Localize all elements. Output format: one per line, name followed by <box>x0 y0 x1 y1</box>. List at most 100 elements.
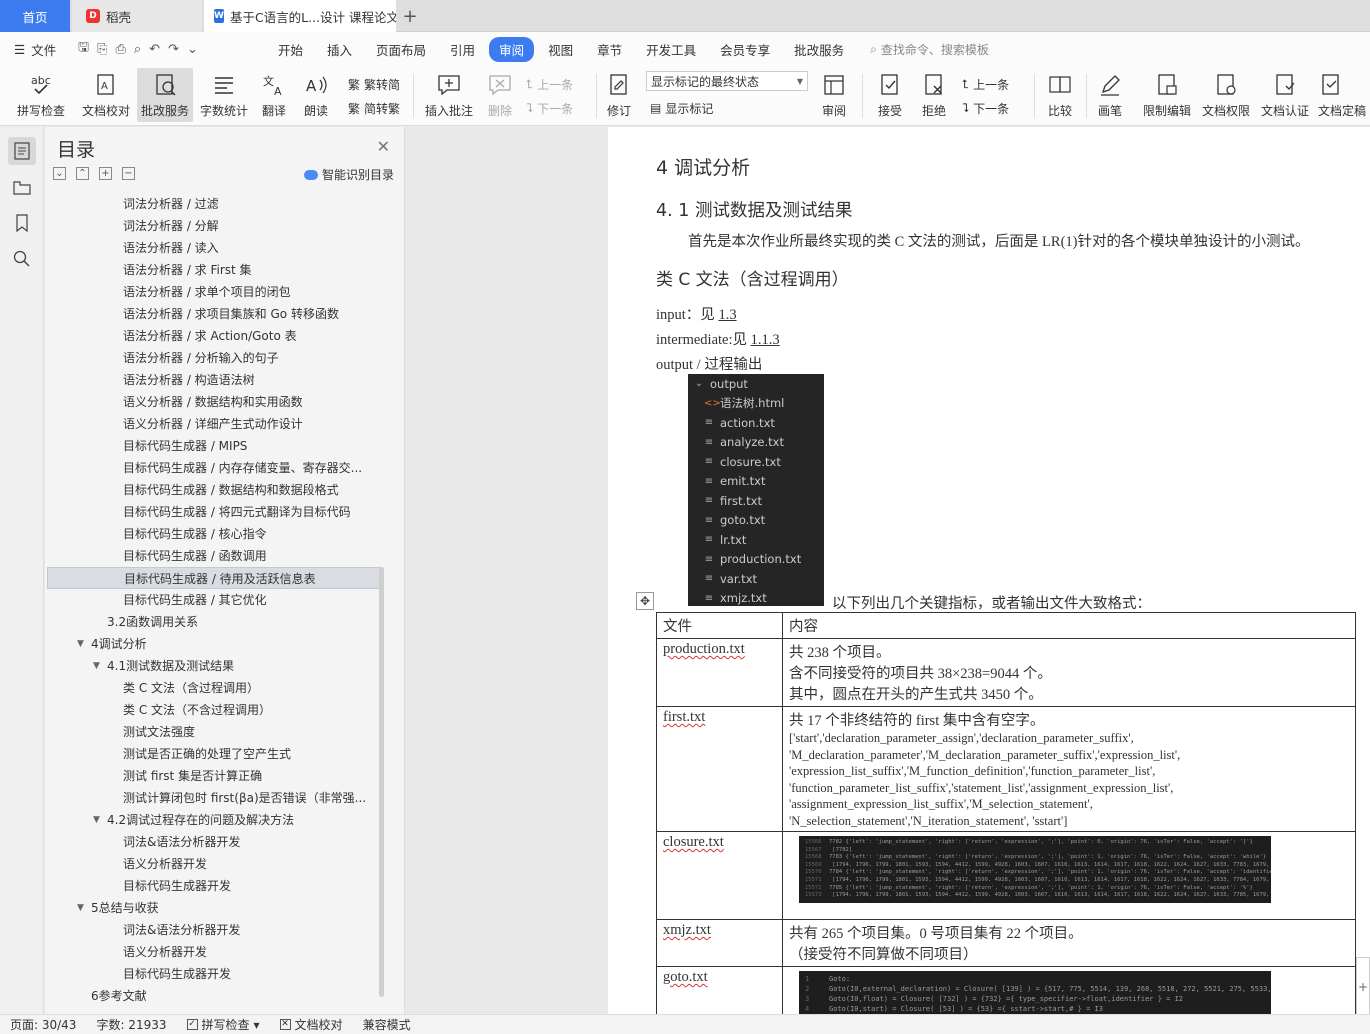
redo-icon[interactable]: ↷ <box>168 42 179 57</box>
doc-certify-button[interactable]: 文档认证 <box>1258 68 1312 122</box>
compare-button[interactable]: 比较 <box>1040 68 1080 122</box>
toc-item[interactable]: ▼ 5总结与收获 <box>47 897 383 919</box>
toc-item[interactable]: ▼ 4调试分析 <box>47 633 383 655</box>
chevron-down-icon[interactable]: ▼ <box>93 655 100 677</box>
toc-item[interactable]: 目标代码生成器 / 内存存储变量、寄存器交... <box>47 457 383 479</box>
table-move-handle-icon[interactable]: ✥ <box>636 592 654 610</box>
doc-finalize-button[interactable]: 文档定稿 <box>1318 68 1370 122</box>
toc-item[interactable]: 目标代码生成器 / 待用及活跃信息表 <box>47 567 383 589</box>
toc-item[interactable]: 目标代码生成器开发 <box>47 963 383 985</box>
toc-item[interactable]: ▼ 4.1测试数据及测试结果 <box>47 655 383 677</box>
markup-state-select[interactable]: 显示标记的最终状态 ▼ <box>646 71 808 91</box>
new-tab-button[interactable]: + <box>400 0 420 32</box>
translate-button[interactable]: 文A 翻译 <box>254 68 294 122</box>
toc-item[interactable]: 类 C 文法（不含过程调用） <box>47 699 383 721</box>
tab-home[interactable]: 首页 <box>0 0 70 32</box>
page-indicator[interactable]: 页面: 30/43 <box>0 1016 86 1033</box>
customize-icon[interactable]: ⌄ <box>187 42 198 57</box>
spell-check-toggle[interactable]: ✓ 拼写检查 ▾ <box>177 1016 270 1033</box>
input-ref-link[interactable]: 1.3 <box>718 307 736 323</box>
word-count-indicator[interactable]: 字数: 21933 <box>86 1016 176 1033</box>
toc-item[interactable]: 目标代码生成器 / 核心指令 <box>47 523 383 545</box>
spell-check-button[interactable]: abc 拼写检查 <box>10 68 72 122</box>
chevron-down-icon[interactable]: ▼ <box>93 809 100 831</box>
menu-tab[interactable]: 章节 <box>587 37 632 62</box>
save-icon[interactable]: 🖫 <box>78 38 89 60</box>
chevron-down-icon[interactable]: ▼ <box>77 633 84 655</box>
toc-item[interactable]: 语义分析器开发 <box>47 941 383 963</box>
toc-item[interactable]: 语法分析器 / 求项目集族和 Go 转移函数 <box>47 303 383 325</box>
read-aloud-button[interactable]: A 朗读 <box>298 68 334 122</box>
correct-service-button[interactable]: 批改服务 <box>137 68 193 122</box>
tab-document[interactable]: W 基于C语言的L...设计 课程论文 <box>204 0 396 32</box>
remove-heading-icon[interactable]: − <box>122 167 135 180</box>
menu-tab[interactable]: 审阅 <box>489 36 535 62</box>
toc-item[interactable]: 词法&语法分析器开发 <box>47 831 383 853</box>
menu-tab[interactable]: 页面布局 <box>366 37 436 62</box>
undo-icon[interactable]: ↶ <box>149 42 160 57</box>
export-icon[interactable]: ⎘ <box>97 42 107 57</box>
side-expand-icon[interactable]: + <box>1356 957 1370 1014</box>
intermediate-ref-link[interactable]: 1.1.3 <box>751 332 780 348</box>
doc-rights-button[interactable]: 文档权限 <box>1199 68 1253 122</box>
collapse-down-icon[interactable]: ⌄ <box>53 167 66 180</box>
show-markup-button[interactable]: ▤ 显示标记 <box>650 98 713 118</box>
toc-item[interactable]: 目标代码生成器开发 <box>47 875 383 897</box>
print-icon[interactable]: ⎙ <box>115 42 125 57</box>
command-search[interactable]: ⌕ 查找命令、搜索模板 <box>870 41 989 58</box>
expand-up-icon[interactable]: ⌃ <box>76 167 89 180</box>
toc-item[interactable]: 测试 first 集是否计算正确 <box>47 765 383 787</box>
toc-item[interactable]: 测试计算闭包时 first(βa)是否错误（非常强... <box>47 787 383 809</box>
tab-daoke[interactable]: D 稻壳 <box>72 0 202 32</box>
menu-tab[interactable]: 开发工具 <box>636 37 706 62</box>
next-comment-button[interactable]: ⮧ 下一条 <box>526 98 573 118</box>
toc-item[interactable]: 语义分析器 / 数据结构和实用函数 <box>47 391 383 413</box>
menu-tab[interactable]: 批改服务 <box>784 37 854 62</box>
toc-scrollbar[interactable] <box>379 567 384 997</box>
file-menu[interactable]: ☰ 文件 <box>0 40 70 59</box>
toc-item[interactable]: 词法分析器 / 分解 <box>47 215 383 237</box>
toc-nav-icon[interactable] <box>8 137 36 165</box>
toc-item[interactable]: 语法分析器 / 分析输入的句子 <box>47 347 383 369</box>
toc-item[interactable]: 目标代码生成器 / 函数调用 <box>47 545 383 567</box>
toc-item[interactable]: 语义分析器 / 详细产生式动作设计 <box>47 413 383 435</box>
pen-button[interactable]: 画笔 <box>1092 68 1128 122</box>
toc-item[interactable]: 目标代码生成器 / MIPS <box>47 435 383 457</box>
reject-button[interactable]: 拒绝 <box>914 68 954 122</box>
doc-check-button[interactable]: A 文档校对 <box>78 68 134 122</box>
toc-item[interactable]: ▼ 4.2调试过程存在的问题及解决方法 <box>47 809 383 831</box>
next-change-button[interactable]: ⮧ 下一条 <box>962 98 1009 118</box>
toc-item[interactable]: 类 C 文法（含过程调用） <box>47 677 383 699</box>
toc-item[interactable]: 测试是否正确的处理了空产生式 <box>47 743 383 765</box>
toc-item[interactable]: 语法分析器 / 求 Action/Goto 表 <box>47 325 383 347</box>
delete-comment-button[interactable]: 删除 <box>480 68 520 122</box>
search-icon[interactable] <box>8 245 36 273</box>
menu-tab[interactable]: 引用 <box>440 37 485 62</box>
track-changes-button[interactable]: 修订 <box>600 68 638 122</box>
menu-tab[interactable]: 插入 <box>317 37 362 62</box>
chevron-down-icon[interactable]: ▼ <box>77 897 84 919</box>
toc-item[interactable]: 3.2函数调用关系 <box>47 611 383 633</box>
word-count-button[interactable]: 字数统计 <box>198 68 250 122</box>
simp-to-trad-button[interactable]: 繁简转繁 <box>348 98 400 118</box>
toc-item[interactable]: 词法分析器 / 过滤 <box>47 193 383 215</box>
toc-item[interactable]: 目标代码生成器 / 将四元式翻译为目标代码 <box>47 501 383 523</box>
add-heading-icon[interactable]: + <box>99 167 112 180</box>
prev-change-button[interactable]: ⮤ 上一条 <box>962 74 1009 94</box>
print-preview-icon[interactable]: ⌕ <box>134 42 141 57</box>
toc-item[interactable]: 目标代码生成器 / 数据结构和数据段格式 <box>47 479 383 501</box>
doc-check-toggle[interactable]: ✕ 文档校对 <box>270 1016 353 1033</box>
chapter-nav-icon[interactable] <box>8 173 36 201</box>
toc-item[interactable]: 测试文法强度 <box>47 721 383 743</box>
smart-toc-button[interactable]: 智能识别目录 <box>303 166 394 183</box>
accept-button[interactable]: 接受 <box>870 68 910 122</box>
menu-tab[interactable]: 开始 <box>268 37 313 62</box>
bookmark-icon[interactable] <box>8 209 36 237</box>
toc-item[interactable]: 目标代码生成器 / 其它优化 <box>47 589 383 611</box>
toc-item[interactable]: 词法&语法分析器开发 <box>47 919 383 941</box>
menu-tab[interactable]: 视图 <box>538 37 583 62</box>
toc-item[interactable]: 语法分析器 / 求单个项目的闭包 <box>47 281 383 303</box>
review-pane-button[interactable]: 审阅 <box>814 68 854 122</box>
prev-comment-button[interactable]: ⮤ 上一条 <box>526 74 573 94</box>
insert-comment-button[interactable]: 插入批注 <box>422 68 476 122</box>
